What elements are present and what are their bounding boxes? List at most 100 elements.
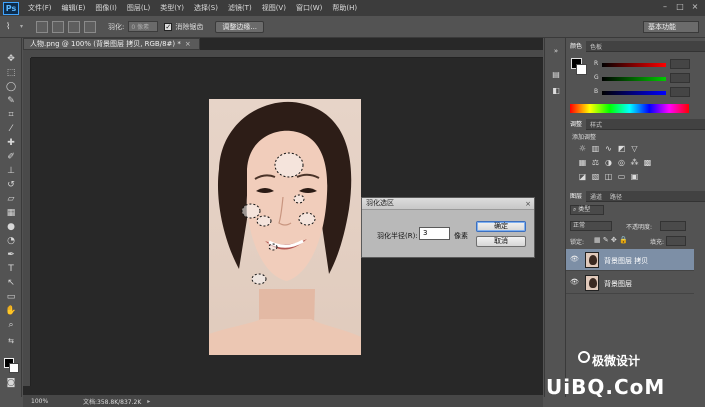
tab-color[interactable]: 颜色 xyxy=(566,40,587,52)
menu-type[interactable]: 类型(Y) xyxy=(155,3,189,13)
cancel-button[interactable]: 取消 xyxy=(476,236,526,247)
color-balance-icon[interactable]: ⚖ xyxy=(591,158,600,167)
tab-adjustments[interactable]: 调整 xyxy=(566,118,587,130)
properties-panel-icon[interactable]: ◧ xyxy=(551,86,561,96)
color-lookup-icon[interactable]: ▩ xyxy=(643,158,652,167)
eyedropper-tool-icon[interactable]: ⁄ xyxy=(5,124,17,135)
tab-paths[interactable]: 路径 xyxy=(606,192,626,201)
brightness-icon[interactable]: ☼ xyxy=(578,144,587,153)
move-tool-icon[interactable]: ✥ xyxy=(5,54,17,65)
close-window-icon[interactable]: × xyxy=(690,2,700,12)
feather-radius-input[interactable]: 3 xyxy=(419,227,450,240)
chevron-right-icon[interactable]: ▸ xyxy=(147,398,150,405)
menu-select[interactable]: 选择(S) xyxy=(189,3,223,13)
swap-colors-icon[interactable]: ⇆ xyxy=(5,336,17,347)
color-background-swatch[interactable] xyxy=(576,64,587,75)
hand-tool-icon[interactable]: ✋ xyxy=(5,306,17,317)
antialias-checkbox[interactable]: ✓ xyxy=(164,22,173,31)
quick-select-tool-icon[interactable]: ✎ xyxy=(5,96,17,107)
tab-swatches[interactable]: 色板 xyxy=(586,42,606,51)
color-spectrum-bar[interactable] xyxy=(570,104,689,113)
history-brush-tool-icon[interactable]: ↺ xyxy=(5,180,17,191)
eraser-tool-icon[interactable]: ▱ xyxy=(5,194,17,205)
add-selection-icon[interactable] xyxy=(52,20,64,33)
curves-icon[interactable]: ∿ xyxy=(604,144,613,153)
layer-kind-filter[interactable]: ⌕ 类型 xyxy=(570,205,604,215)
lasso-tool-preset-icon[interactable]: ⌇ xyxy=(6,22,20,32)
tab-styles[interactable]: 样式 xyxy=(586,120,606,129)
portrait-photo[interactable] xyxy=(209,99,361,355)
red-value[interactable] xyxy=(670,59,690,69)
crop-tool-icon[interactable]: ⌗ xyxy=(5,110,17,121)
lasso-tool-icon[interactable]: ◯ xyxy=(5,82,17,93)
type-tool-icon[interactable]: T xyxy=(5,264,17,275)
green-track[interactable] xyxy=(602,77,666,81)
black-white-icon[interactable]: ◑ xyxy=(604,158,613,167)
marquee-tool-icon[interactable]: ⬚ xyxy=(5,68,17,79)
posterize-icon[interactable]: ▧ xyxy=(591,172,600,181)
blue-track[interactable] xyxy=(602,91,666,95)
minimize-icon[interactable]: – xyxy=(660,2,670,12)
blur-tool-icon[interactable]: ● xyxy=(5,222,17,233)
vibrance-icon[interactable]: ▽ xyxy=(630,144,639,153)
zoom-level[interactable]: 100% xyxy=(31,398,71,405)
menu-view[interactable]: 视图(V) xyxy=(257,3,291,13)
rectangle-tool-icon[interactable]: ▭ xyxy=(5,292,17,303)
opacity-input[interactable] xyxy=(660,221,686,231)
dodge-tool-icon[interactable]: ◔ xyxy=(5,236,17,247)
blue-slider[interactable]: B xyxy=(594,87,690,97)
blend-mode-select[interactable]: 正常 xyxy=(570,221,612,231)
green-slider[interactable]: G xyxy=(594,73,690,83)
gradient-map-icon[interactable]: ▭ xyxy=(617,172,626,181)
ok-button[interactable]: 确定 xyxy=(476,221,526,232)
photo-filter-icon[interactable]: ◎ xyxy=(617,158,626,167)
document-tab[interactable]: 人物.png @ 100% (背景图层 拷贝, RGB/8#) * × xyxy=(23,38,200,50)
red-slider[interactable]: R xyxy=(594,59,690,69)
tab-layers[interactable]: 图层 xyxy=(566,190,587,202)
chevron-down-icon[interactable]: ▾ xyxy=(20,23,28,30)
blue-value[interactable] xyxy=(670,87,690,97)
layer-row-background-copy[interactable]: 👁 背景图层 拷贝 xyxy=(566,249,694,271)
menu-image[interactable]: 图像(I) xyxy=(90,3,122,13)
collapse-arrows-icon[interactable]: » xyxy=(551,46,561,56)
quick-mask-icon[interactable]: ◙ xyxy=(5,378,17,389)
gradient-tool-icon[interactable]: ▦ xyxy=(5,208,17,219)
threshold-icon[interactable]: ◫ xyxy=(604,172,613,181)
intersect-selection-icon[interactable] xyxy=(84,20,96,33)
workspace-select[interactable]: 基本功能 xyxy=(643,21,699,33)
close-tab-icon[interactable]: × xyxy=(185,40,191,48)
selective-color-icon[interactable]: ▣ xyxy=(630,172,639,181)
refine-edge-button[interactable]: 调整边缘... xyxy=(215,20,265,33)
menu-help[interactable]: 帮助(H) xyxy=(327,3,362,13)
maximize-icon[interactable]: □ xyxy=(675,2,685,12)
green-value[interactable] xyxy=(670,73,690,83)
feather-input[interactable]: 0 像素 xyxy=(128,21,159,32)
menu-layer[interactable]: 图层(L) xyxy=(122,3,155,13)
background-color-swatch[interactable] xyxy=(9,363,19,373)
dialog-close-icon[interactable]: × xyxy=(525,199,531,210)
clone-stamp-tool-icon[interactable]: ⊥ xyxy=(5,166,17,177)
lock-pixels-icon[interactable]: ▦ ✎ ✥ 🔒 xyxy=(594,236,628,244)
pen-tool-icon[interactable]: ✒ xyxy=(5,250,17,261)
levels-icon[interactable]: ▥ xyxy=(591,144,600,153)
brush-tool-icon[interactable]: ✐ xyxy=(5,152,17,163)
subtract-selection-icon[interactable] xyxy=(68,20,80,33)
invert-icon[interactable]: ◪ xyxy=(578,172,587,181)
layer-row-background[interactable]: 👁 背景图层 xyxy=(566,272,694,294)
exposure-icon[interactable]: ◩ xyxy=(617,144,626,153)
healing-brush-tool-icon[interactable]: ✚ xyxy=(5,138,17,149)
history-panel-icon[interactable]: ▤ xyxy=(551,70,561,80)
red-track[interactable] xyxy=(602,63,666,67)
eye-icon[interactable]: 👁 xyxy=(570,278,580,288)
eye-icon[interactable]: 👁 xyxy=(570,255,580,265)
path-select-tool-icon[interactable]: ↖ xyxy=(5,278,17,289)
menu-file[interactable]: 文件(F) xyxy=(23,3,57,13)
menu-window[interactable]: 窗口(W) xyxy=(291,3,327,13)
new-selection-icon[interactable] xyxy=(36,20,48,33)
tab-channels[interactable]: 通道 xyxy=(586,192,606,201)
channel-mixer-icon[interactable]: ⁂ xyxy=(630,158,639,167)
zoom-tool-icon[interactable]: ⌕ xyxy=(5,320,17,331)
menu-filter[interactable]: 滤镜(T) xyxy=(223,3,257,13)
dialog-title-bar[interactable]: 羽化选区 × xyxy=(362,198,534,210)
menu-edit[interactable]: 编辑(E) xyxy=(57,3,91,13)
